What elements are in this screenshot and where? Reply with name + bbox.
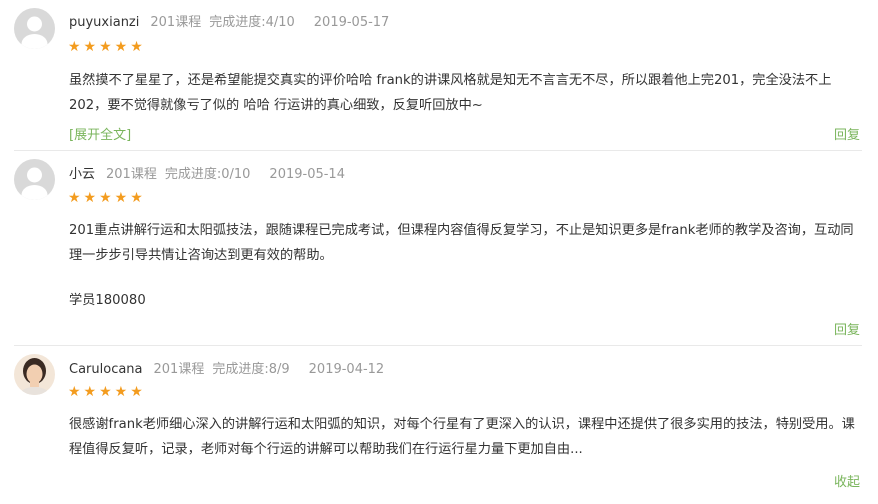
username[interactable]: puyuxianzi	[69, 15, 139, 30]
default-user-icon	[21, 16, 48, 49]
collapse-button[interactable]: 收起	[834, 471, 860, 490]
review-text: 虽然摸不了星星了，还是希望能提交真实的评价哈哈 frank的讲课风格就是知无不言…	[69, 73, 832, 113]
review-text: 201重点讲解行运和太阳弧技法，跟随课程已完成考试，但课程内容值得反复学习，不止…	[69, 223, 854, 263]
review-meta: puyuxianzi 201课程 完成进度:4/10 2019-05-17	[69, 11, 389, 30]
review-text: 很感谢frank老师细心深入的讲解行运和太阳弧的知识，对每个行星有了更深入的认识…	[69, 417, 855, 457]
review-content: 很感谢frank老师细心深入的讲解行运和太阳弧的知识，对每个行星有了更深入的认识…	[69, 412, 861, 462]
avatar[interactable]	[14, 159, 55, 200]
course-name: 201课程	[153, 362, 205, 377]
star-rating: ★★★★★	[68, 39, 146, 55]
review-list: puyuxianzi 201课程 完成进度:4/10 2019-05-17 ★★★★★…	[0, 0, 878, 504]
completion-progress: 完成进度:4/10	[209, 15, 295, 30]
reply-button[interactable]: 回复	[834, 124, 860, 143]
review-item: 小云 201课程 完成进度:0/10 2019-05-14 ★★★★★ 201重点讲解…	[0, 151, 878, 345]
username[interactable]: 小云	[69, 167, 95, 182]
completion-progress: 完成进度:0/10	[164, 167, 251, 182]
completion-progress: 完成进度:8/9	[212, 362, 290, 377]
review-date: 2019-05-17	[313, 15, 390, 30]
review-item: Carulocana 201课程 完成进度:8/9 2019-04-12 ★★★★★ …	[0, 346, 878, 504]
review-item: puyuxianzi 201课程 完成进度:4/10 2019-05-17 ★★★★★…	[0, 0, 878, 150]
avatar[interactable]	[14, 8, 55, 49]
review-meta: Carulocana 201课程 完成进度:8/9 2019-04-12	[69, 358, 384, 377]
course-name: 201课程	[150, 15, 202, 30]
star-rating: ★★★★★	[68, 190, 146, 206]
student-id: 学员180080	[69, 293, 146, 308]
default-user-icon	[21, 167, 48, 200]
avatar[interactable]	[14, 354, 55, 395]
username[interactable]: Carulocana	[69, 362, 143, 377]
expand-full-text-link[interactable]: [展开全文]	[69, 124, 131, 143]
course-name: 201课程	[106, 167, 157, 182]
review-date: 2019-04-12	[308, 362, 385, 377]
review-date: 2019-05-14	[269, 167, 345, 182]
review-content: 201重点讲解行运和太阳弧技法，跟随课程已完成考试，但课程内容值得反复学习，不止…	[69, 218, 861, 268]
user-photo-icon	[14, 354, 55, 395]
review-content: 虽然摸不了星星了，还是希望能提交真实的评价哈哈 frank的讲课风格就是知无不言…	[69, 68, 861, 118]
star-rating: ★★★★★	[68, 384, 146, 400]
review-meta: 小云 201课程 完成进度:0/10 2019-05-14	[69, 163, 345, 182]
reply-button[interactable]: 回复	[834, 319, 860, 338]
